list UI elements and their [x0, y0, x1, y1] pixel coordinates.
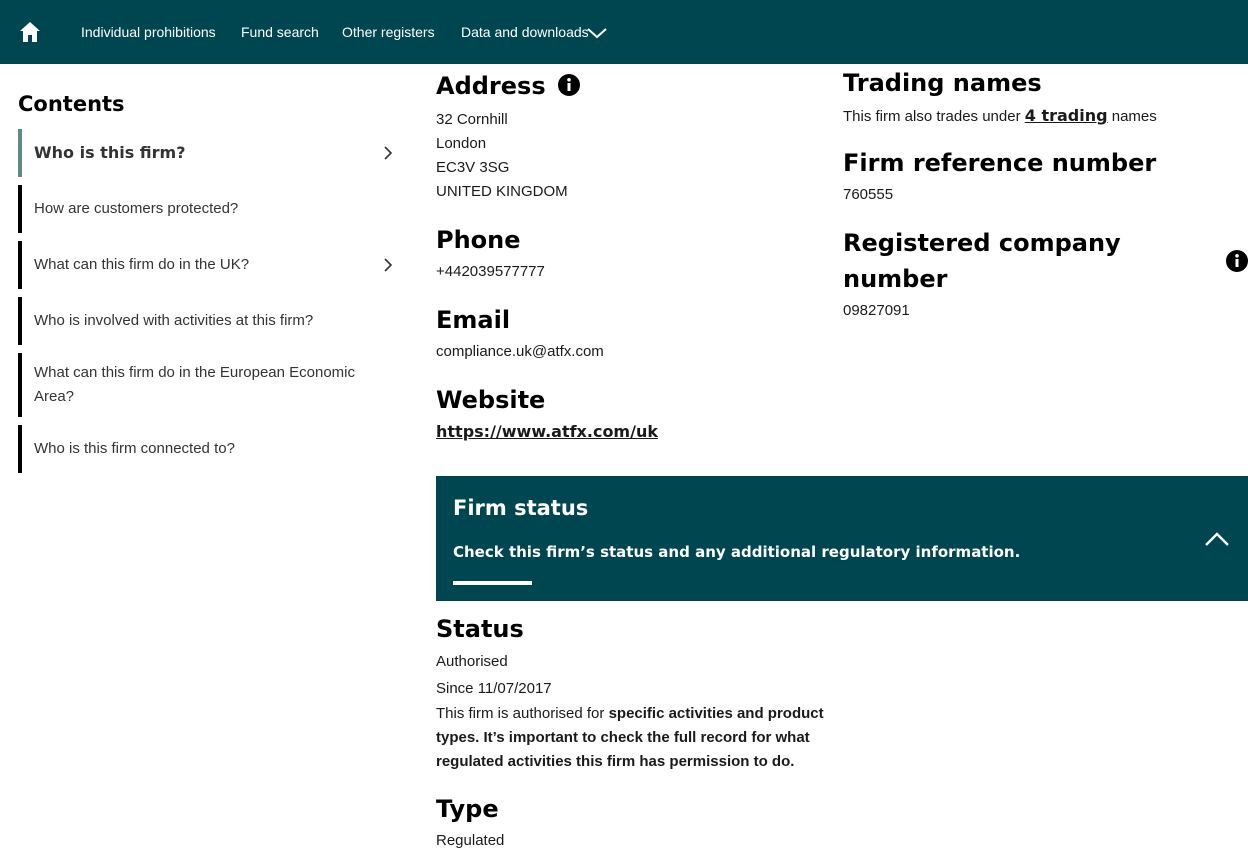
type-value: Regulated: [436, 832, 505, 849]
company-number-heading-line2: number: [843, 265, 948, 293]
top-navigation: Individual prohibitions Fund search Othe…: [0, 0, 1248, 64]
sidebar-item-who-is-this-firm[interactable]: Who is this firm?: [18, 129, 398, 177]
chevron-down-icon[interactable]: [586, 26, 608, 40]
nav-individual-prohibitions[interactable]: Individual prohibitions: [81, 24, 216, 40]
address-heading: Address: [436, 72, 546, 100]
firm-status-subtitle: Check this firm’s status and any additio…: [453, 543, 1021, 561]
contents-title: Contents: [18, 92, 125, 116]
sidebar-item-who-is-involved[interactable]: Who is involved with activities at this …: [18, 297, 398, 345]
trading-names-heading: Trading names: [843, 69, 1042, 97]
sidebar-item-label: How are customers protected?: [34, 200, 239, 217]
sidebar-item-label: What can this firm do in the European Ec…: [34, 364, 355, 405]
company-number-heading: Registered company: [843, 229, 1121, 257]
sidebar-item-customer-protection[interactable]: How are customers protected?: [18, 185, 398, 233]
email-heading: Email: [436, 306, 511, 334]
trading-names-link[interactable]: 4 trading: [1025, 106, 1108, 125]
frn-value: 760555: [843, 186, 894, 203]
sidebar-item-label: What can this firm do in the UK?: [34, 256, 250, 273]
sidebar-item-label: Who is this firm?: [34, 143, 186, 162]
company-number-value: 09827091: [843, 302, 910, 319]
status-heading: Status: [436, 615, 524, 643]
firm-status-title: Firm status: [453, 496, 589, 520]
sidebar-item-eea-activities[interactable]: What can this firm do in the European Ec…: [18, 353, 398, 417]
info-icon[interactable]: [1226, 250, 1248, 272]
chevron-right-icon: [384, 146, 393, 160]
trading-text-before: This firm also trades under: [843, 108, 1025, 125]
phone-value: +442039577777: [436, 263, 545, 280]
trading-text-after: names: [1107, 108, 1157, 125]
chevron-right-icon: [384, 258, 393, 272]
website-heading: Website: [436, 386, 546, 414]
firm-status-underline: [453, 581, 532, 585]
address-line: UNITED KINGDOM: [436, 183, 568, 200]
type-heading: Type: [436, 795, 499, 823]
sidebar-item-connections[interactable]: Who is this firm connected to?: [18, 425, 398, 473]
chevron-up-icon[interactable]: [1204, 531, 1230, 547]
sidebar-item-label: Who is involved with activities at this …: [34, 312, 314, 329]
status-description-plain: This firm is authorised for: [436, 705, 609, 722]
status-since: Since 11/07/2017: [436, 680, 552, 697]
nav-other-registers[interactable]: Other registers: [342, 24, 435, 40]
phone-heading: Phone: [436, 226, 521, 254]
address-line: EC3V 3SG: [436, 159, 510, 176]
sidebar-item-label: Who is this firm connected to?: [34, 440, 235, 457]
firm-status-panel[interactable]: Firm status Check this firm’s status and…: [436, 476, 1248, 601]
status-description: This firm is authorised for specific act…: [436, 702, 846, 774]
nav-fund-search[interactable]: Fund search: [241, 24, 319, 40]
sidebar-item-uk-activities[interactable]: What can this firm do in the UK?: [18, 241, 398, 289]
trading-names-text: This firm also trades under 4 trading na…: [843, 106, 1157, 125]
address-line: London: [436, 135, 487, 152]
frn-heading: Firm reference number: [843, 149, 1157, 177]
email-value: compliance.uk@atfx.com: [436, 343, 604, 360]
status-value: Authorised: [436, 653, 508, 670]
address-line: 32 Cornhill: [436, 111, 508, 128]
website-link[interactable]: https://www.atfx.com/uk: [436, 422, 658, 441]
home-icon[interactable]: [18, 20, 42, 44]
nav-data-and-downloads[interactable]: Data and downloads: [461, 24, 589, 40]
info-icon[interactable]: [558, 74, 580, 96]
